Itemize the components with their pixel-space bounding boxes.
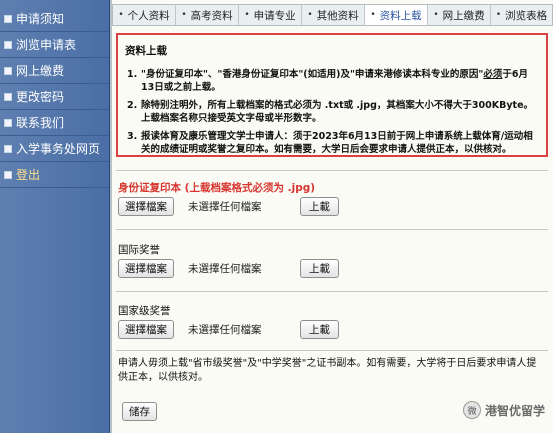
main-panel: • 个人资料 • 高考资料 • 申请专业 • 其他资料 • 资料上载 • 网上缴…: [112, 0, 553, 433]
notice-item-text: 除特别注明外，所有上载档案的格式必须为 .txt或 .jpg，其档案大小不得大于…: [141, 100, 534, 124]
tab-label: 高考资料: [190, 9, 233, 22]
watermark: 微 港智优留学: [462, 401, 545, 419]
notice-item-number: 3.: [127, 131, 138, 142]
save-button[interactable]: 储存: [122, 402, 157, 421]
notice-item: 3. 报读体育及康乐管理文学士申请人：须于2023年6月13日前于网上申请系统上…: [125, 130, 539, 156]
sidebar-item-admissions-office[interactable]: 入学事务处网页: [0, 136, 109, 162]
notice-item: 1. "身份证复印本"、"香港身份证复印本"(如适用)及"申请来港修读本科专业的…: [125, 68, 539, 94]
choose-file-button[interactable]: 選擇檔案: [118, 320, 174, 339]
sidebar-item-contact-us[interactable]: 联系我们: [0, 110, 109, 136]
choose-file-button[interactable]: 選擇檔案: [118, 259, 174, 278]
tab-label: 申请专业: [253, 9, 296, 22]
upload-label-id-copy: 身份证复印本 (上载档案格式必须为 .jpg): [118, 182, 316, 194]
section-divider: [116, 229, 548, 230]
sidebar-item-application-notice[interactable]: 申请须知: [0, 6, 109, 32]
bullet-icon: [4, 118, 12, 127]
upload-button[interactable]: 上載: [300, 259, 339, 278]
sidebar-item-label: 申请须知: [16, 12, 65, 26]
notice-title: 资料上载: [125, 45, 167, 57]
sidebar-item-logout[interactable]: 登出: [0, 162, 109, 188]
sidebar: 申请须知 浏览申请表 网上缴费 更改密码 联系我们 入学事务处网页 登出: [0, 0, 110, 433]
bullet-icon: •: [181, 10, 187, 20]
footnote-text: 申请人毋须上载"省市级奖誉"及"中学奖誉"之证书副本。如有需要，大学将于日后要求…: [118, 358, 537, 383]
bullet-icon: •: [118, 10, 124, 20]
upload-button[interactable]: 上載: [300, 320, 339, 339]
notice-item-text: 报读体育及康乐管理文学士申请人：须于2023年6月13日前于网上申请系统上载体育…: [141, 131, 533, 155]
choose-file-button[interactable]: 選擇檔案: [118, 197, 174, 216]
sidebar-item-view-application[interactable]: 浏览申请表: [0, 32, 109, 58]
notice-item-text-part: "身份证复印本"、"香港身份证复印本"(如适用)及"申请来港修读本科专业的原因": [141, 69, 484, 80]
bullet-icon: •: [370, 10, 376, 20]
sidebar-item-label: 网上缴费: [16, 64, 65, 78]
section-divider: [116, 350, 548, 351]
sidebar-item-label: 浏览申请表: [16, 38, 77, 52]
notice-list: 1. "身份证复印本"、"香港身份证复印本"(如适用)及"申请来港修读本科专业的…: [125, 68, 539, 156]
sidebar-item-label: 联系我们: [16, 116, 65, 130]
bullet-icon: [4, 92, 12, 101]
upload-notice-box: 资料上载 1. "身份证复印本"、"香港身份证复印本"(如适用)及"申请来港修读…: [116, 33, 548, 157]
bullet-icon: [4, 14, 12, 23]
tab-label: 浏览表格: [505, 9, 548, 22]
notice-item-number: 1.: [127, 69, 138, 80]
top-navigation: • 个人资料 • 高考资料 • 申请专业 • 其他资料 • 资料上载 • 网上缴…: [112, 4, 553, 26]
watermark-text: 港智优留学: [484, 403, 545, 418]
bullet-icon: [4, 40, 12, 49]
tab-document-upload[interactable]: • 资料上载: [365, 5, 428, 25]
bullet-icon: •: [433, 10, 439, 20]
tab-personal-info[interactable]: • 个人资料: [113, 5, 176, 25]
wechat-icon: 微: [462, 401, 481, 419]
bullet-icon: [4, 170, 12, 179]
tab-label: 资料上载: [379, 9, 422, 22]
file-status: 未選擇任何檔案: [188, 324, 262, 336]
section-divider: [116, 170, 548, 171]
file-status: 未選擇任何檔案: [188, 263, 262, 275]
section-divider: [116, 291, 548, 292]
bullet-icon: [4, 144, 12, 153]
tab-label: 其他资料: [316, 9, 359, 22]
sidebar-item-label: 登出: [16, 168, 41, 182]
file-status: 未選擇任何檔案: [188, 201, 262, 213]
tab-label: 网上缴费: [442, 9, 485, 22]
bullet-icon: [4, 66, 12, 75]
notice-item: 2. 除特别注明外，所有上载档案的格式必须为 .txt或 .jpg，其档案大小不…: [125, 99, 539, 125]
tab-label: 个人资料: [127, 9, 170, 22]
upload-label-national-awards: 国家级奖誉: [118, 305, 171, 317]
tab-gaokao-info[interactable]: • 高考资料: [176, 5, 239, 25]
sidebar-item-label: 更改密码: [16, 90, 65, 104]
sidebar-item-label: 入学事务处网页: [16, 142, 101, 156]
notice-item-number: 2.: [127, 100, 138, 111]
bullet-icon: •: [244, 10, 250, 20]
upload-label-international-awards: 国际奖誉: [118, 244, 160, 256]
tab-other-info[interactable]: • 其他资料: [302, 5, 365, 25]
bullet-icon: •: [495, 10, 502, 20]
sidebar-item-change-password[interactable]: 更改密码: [0, 84, 109, 110]
notice-item-text: "身份证复印本"、"香港身份证复印本"(如适用)及"申请来港修读本科专业的原因"…: [141, 68, 539, 94]
tab-view-form[interactable]: • 浏览表格: [491, 5, 552, 25]
sidebar-item-online-payment[interactable]: 网上缴费: [0, 58, 109, 84]
tab-online-payment[interactable]: • 网上缴费: [428, 5, 491, 25]
bullet-icon: •: [307, 10, 313, 20]
tab-programme-choice[interactable]: • 申请专业: [239, 5, 302, 25]
upload-button[interactable]: 上載: [300, 197, 339, 216]
notice-item-emphasis: 必须: [483, 69, 503, 80]
